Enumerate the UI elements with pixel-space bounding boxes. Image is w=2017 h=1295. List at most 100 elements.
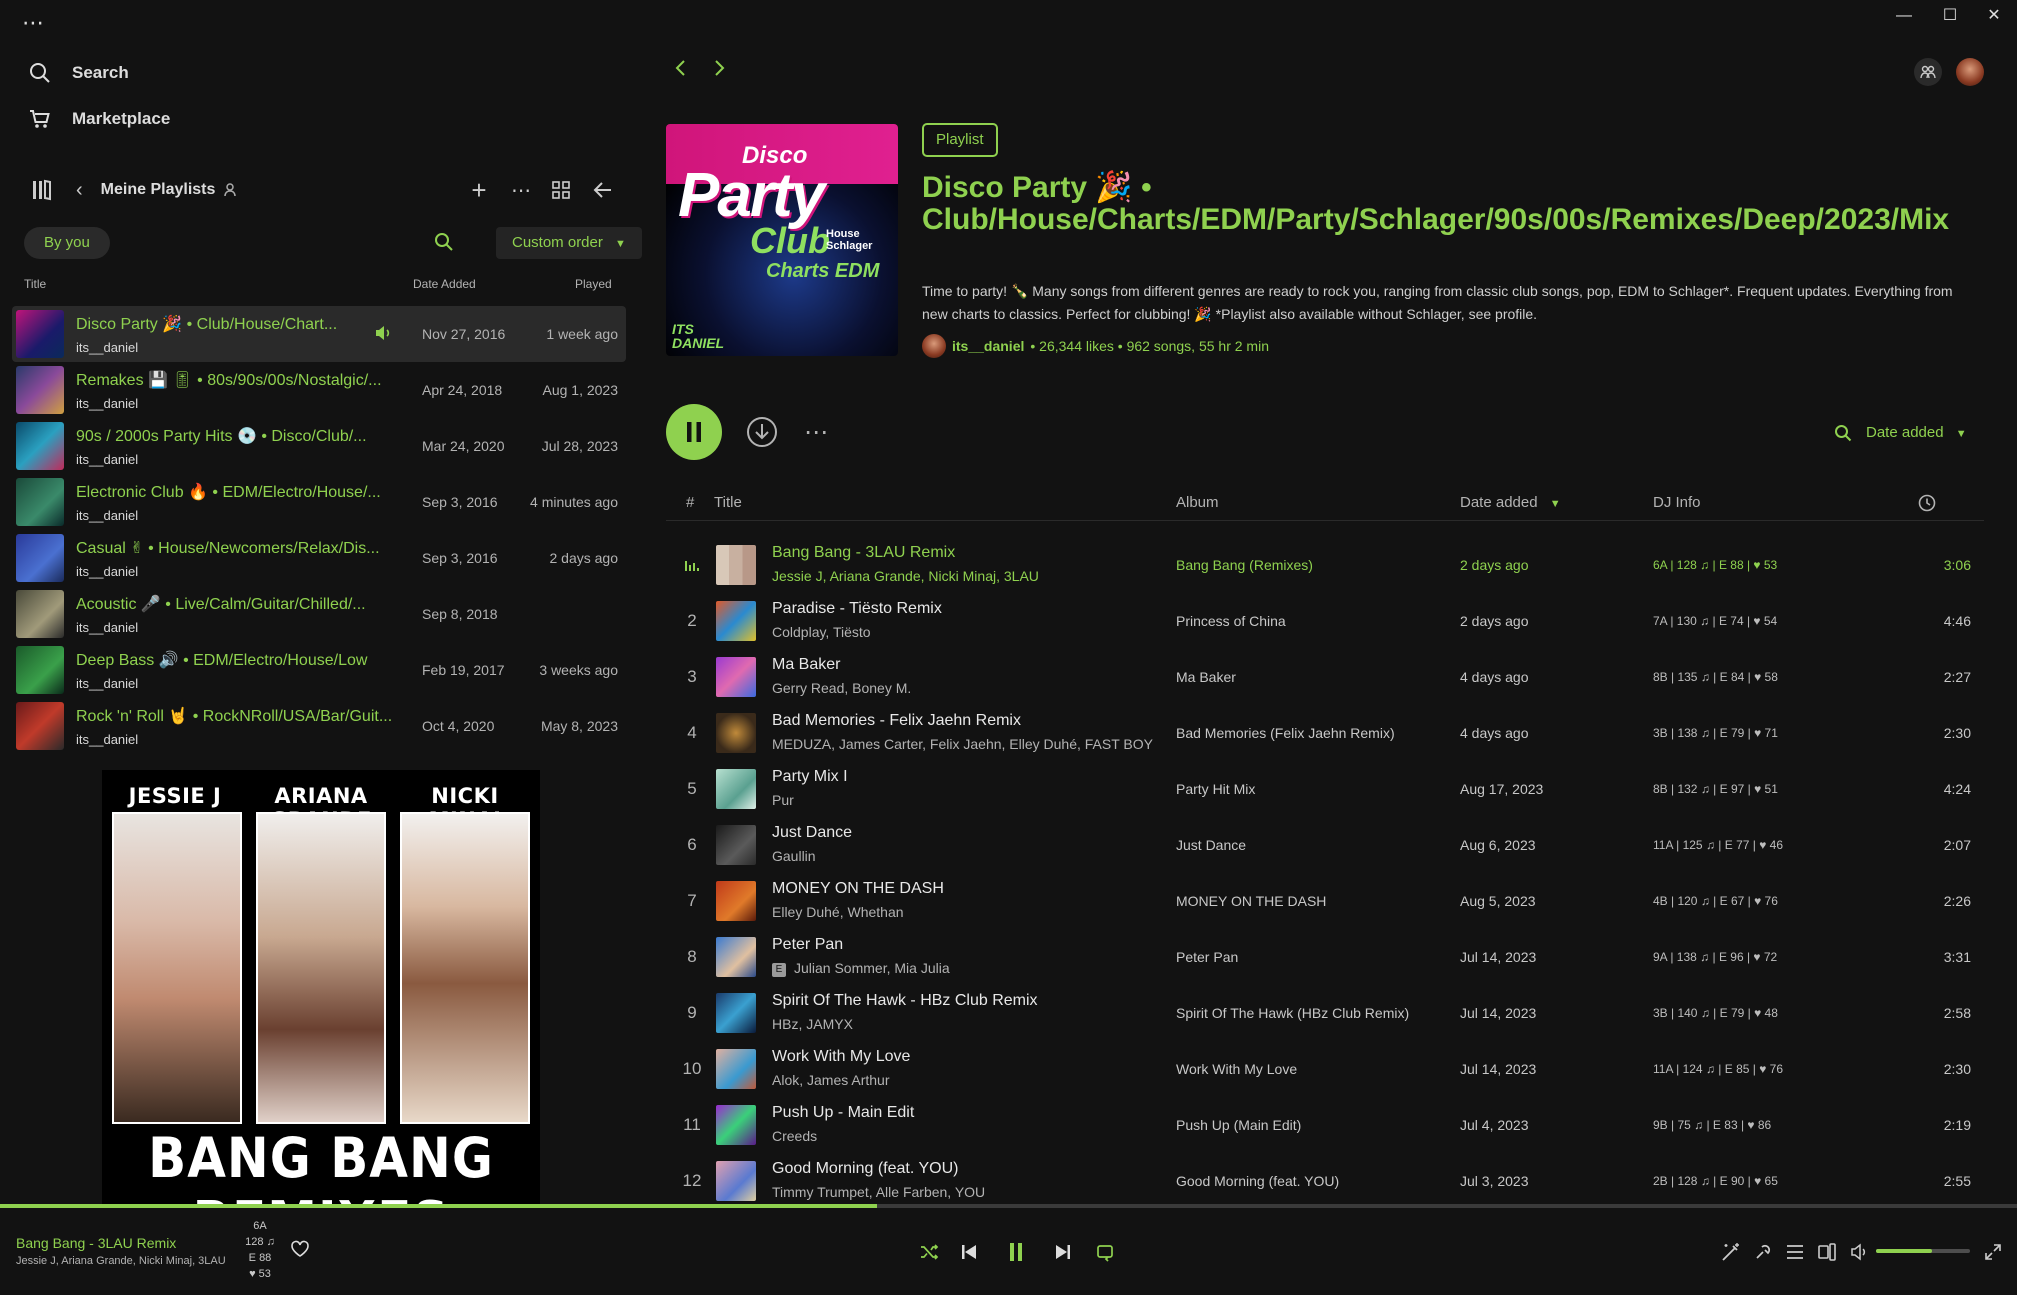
app-menu-button[interactable]: ⋯ — [22, 10, 45, 36]
track-artists-text[interactable]: HBz, JAMYX — [772, 1016, 853, 1032]
fullscreen-icon[interactable] — [1976, 1237, 2010, 1267]
track-title[interactable]: Good Morning (feat. YOU) — [772, 1160, 958, 1178]
track-artists-text[interactable]: Gerry Read, Boney M. — [772, 680, 911, 696]
track-title[interactable]: Push Up - Main Edit — [772, 1104, 914, 1122]
track-artists-text[interactable]: Gaullin — [772, 848, 816, 864]
add-icon[interactable]: + — [464, 172, 494, 208]
nav-marketplace[interactable]: Marketplace — [28, 102, 170, 136]
track-artists-text[interactable]: MEDUZA, James Carter, Felix Jaehn, Elley… — [772, 736, 1153, 752]
connect-device-icon[interactable] — [1810, 1237, 1844, 1267]
close-window-button[interactable]: ✕ — [1972, 4, 2016, 28]
track-row[interactable]: Bang Bang - 3LAU Remix Jessie J, Ariana G… — [666, 537, 1984, 593]
track-artists-text[interactable]: Jessie J, Ariana Grande, Nicki Minaj, 3L… — [772, 568, 1039, 584]
magic-wand-icon[interactable] — [1714, 1237, 1748, 1267]
track-artists-text[interactable]: Timmy Trumpet, Alle Farben, YOU — [772, 1184, 985, 1200]
track-artists-text[interactable]: Coldplay, Tiësto — [772, 624, 871, 640]
track-artists-text[interactable]: Creeds — [772, 1128, 817, 1144]
col-title[interactable]: Title — [714, 494, 742, 511]
track-row[interactable]: 2 Paradise - Tiësto Remix Coldplay, Tiësto… — [666, 593, 1984, 649]
track-album[interactable]: Party Hit Mix — [1176, 781, 1255, 797]
pause-button[interactable] — [999, 1237, 1033, 1267]
library-search-icon[interactable] — [434, 232, 454, 252]
track-title[interactable]: Just Dance — [772, 824, 852, 842]
playlist-row[interactable]: Remakes 💾 🎚 • 80s/90s/00s/Nostalgic/... i… — [12, 362, 626, 418]
owner-avatar[interactable] — [922, 334, 946, 358]
track-title[interactable]: Peter Pan — [772, 936, 843, 954]
forward-arrow-icon[interactable] — [712, 58, 728, 78]
track-album[interactable]: Spirit Of The Hawk (HBz Club Remix) — [1176, 1005, 1409, 1021]
track-album[interactable]: Bad Memories (Felix Jaehn Remix) — [1176, 725, 1395, 741]
track-row[interactable]: 5 Party Mix I Pur Party Hit Mix Aug 17, 2023… — [666, 761, 1984, 817]
track-title[interactable]: Bang Bang - 3LAU Remix — [772, 544, 955, 562]
queue-icon[interactable] — [1778, 1237, 1812, 1267]
nav-search[interactable]: Search — [28, 56, 129, 90]
minimize-button[interactable]: — — [1882, 4, 1926, 28]
track-row[interactable]: 12 Good Morning (feat. YOU) Timmy Trumpet,… — [666, 1153, 1984, 1209]
grid-view-icon[interactable] — [546, 172, 576, 208]
track-row[interactable]: 10 Work With My Love Alok, James Arthur Wor… — [666, 1041, 1984, 1097]
download-icon[interactable] — [746, 416, 778, 448]
track-album[interactable]: Push Up (Main Edit) — [1176, 1117, 1301, 1133]
mic-icon[interactable] — [1746, 1237, 1780, 1267]
volume-icon[interactable] — [1842, 1237, 1876, 1267]
track-row[interactable]: 4 Bad Memories - Felix Jaehn Remix MEDUZA,… — [666, 705, 1984, 761]
track-row[interactable]: 7 MONEY ON THE DASH Elley Duhé, Whethan MON… — [666, 873, 1984, 929]
track-title[interactable]: Ma Baker — [772, 656, 840, 674]
more-options-icon[interactable]: ⋯ — [804, 418, 828, 447]
next-icon[interactable] — [1046, 1237, 1080, 1267]
playlist-row[interactable]: 90s / 2000s Party Hits 💿 • Disco/Club/..… — [12, 418, 626, 474]
col-played[interactable]: Played — [575, 277, 612, 291]
playlist-row[interactable]: Deep Bass 🔊 • EDM/Electro/House/Low its__… — [12, 642, 626, 698]
track-row[interactable]: 3 Ma Baker Gerry Read, Boney M. Ma Baker 4 d… — [666, 649, 1984, 705]
repeat-icon[interactable] — [1088, 1237, 1122, 1267]
collapse-arrow-icon[interactable] — [588, 172, 618, 208]
playlist-row[interactable]: Disco Party 🎉 • Club/House/Chart... its__… — [12, 306, 626, 362]
track-album[interactable]: Princess of China — [1176, 613, 1286, 629]
col-album[interactable]: Album — [1176, 494, 1219, 511]
playlist-row[interactable]: Electronic Club 🔥 • EDM/Electro/House/..… — [12, 474, 626, 530]
track-title[interactable]: Spirit Of The Hawk - HBz Club Remix — [772, 992, 1038, 1010]
now-playing-artists[interactable]: Jessie J, Ariana Grande, Nicki Minaj, 3L… — [16, 1255, 226, 1267]
track-album[interactable]: Ma Baker — [1176, 669, 1236, 685]
play-pause-button[interactable] — [666, 404, 722, 460]
track-album[interactable]: Work With My Love — [1176, 1061, 1297, 1077]
previous-icon[interactable] — [952, 1237, 986, 1267]
col-date-added[interactable]: Date Added — [413, 277, 476, 291]
track-title[interactable]: Paradise - Tiësto Remix — [772, 600, 942, 618]
heart-icon[interactable] — [290, 1240, 310, 1258]
track-album[interactable]: Good Morning (feat. YOU) — [1176, 1173, 1339, 1189]
col-dj-info[interactable]: DJ Info — [1653, 494, 1701, 511]
track-row[interactable]: 9 Spirit Of The Hawk - HBz Club Remix HBz,… — [666, 985, 1984, 1041]
user-avatar[interactable] — [1956, 58, 1984, 86]
track-title[interactable]: MONEY ON THE DASH — [772, 880, 944, 898]
sort-dropdown[interactable]: Custom order ▼ — [496, 227, 642, 259]
maximize-button[interactable]: ☐ — [1928, 4, 1972, 28]
track-title[interactable]: Party Mix I — [772, 768, 848, 786]
track-artists-text[interactable]: Elley Duhé, Whethan — [772, 904, 904, 920]
back-arrow-icon[interactable] — [672, 58, 688, 78]
playlist-row[interactable]: Acoustic 🎤 • Live/Calm/Guitar/Chilled/..… — [12, 586, 626, 642]
owner-name[interactable]: its__daniel — [952, 338, 1024, 354]
track-row[interactable]: 8 Peter Pan E Julian Sommer, Mia Julia Peter… — [666, 929, 1984, 985]
track-album[interactable]: MONEY ON THE DASH — [1176, 893, 1326, 909]
search-in-playlist-icon[interactable] — [1834, 424, 1852, 442]
track-title[interactable]: Bad Memories - Felix Jaehn Remix — [772, 712, 1021, 730]
track-artists-text[interactable]: Pur — [772, 792, 794, 808]
now-playing-title[interactable]: Bang Bang - 3LAU Remix — [16, 1235, 176, 1251]
track-title[interactable]: Work With My Love — [772, 1048, 910, 1066]
track-sort-dropdown[interactable]: Date added ▼ — [1866, 417, 1967, 449]
track-album[interactable]: Peter Pan — [1176, 949, 1238, 965]
library-icon[interactable] — [28, 178, 56, 202]
col-date-added[interactable]: Date added ▼ — [1460, 494, 1561, 511]
filter-chip-by-you[interactable]: By you — [24, 227, 110, 259]
track-artists-text[interactable]: Alok, James Arthur — [772, 1072, 890, 1088]
track-album[interactable]: Bang Bang (Remixes) — [1176, 557, 1313, 573]
back-chevron-icon[interactable]: ‹ — [76, 179, 83, 202]
track-album[interactable]: Just Dance — [1176, 837, 1246, 853]
playlist-row[interactable]: Casual ✌ • House/Newcomers/Relax/Dis... i… — [12, 530, 626, 586]
shuffle-icon[interactable] — [912, 1237, 946, 1267]
more-options-icon[interactable]: ⋯ — [506, 172, 536, 208]
track-row[interactable]: 6 Just Dance Gaullin Just Dance Aug 6, 2023 1… — [666, 817, 1984, 873]
playlist-row[interactable]: Rock 'n' Roll 🤘 • RockNRoll/USA/Bar/Guit… — [12, 698, 626, 754]
col-title[interactable]: Title — [24, 277, 46, 291]
